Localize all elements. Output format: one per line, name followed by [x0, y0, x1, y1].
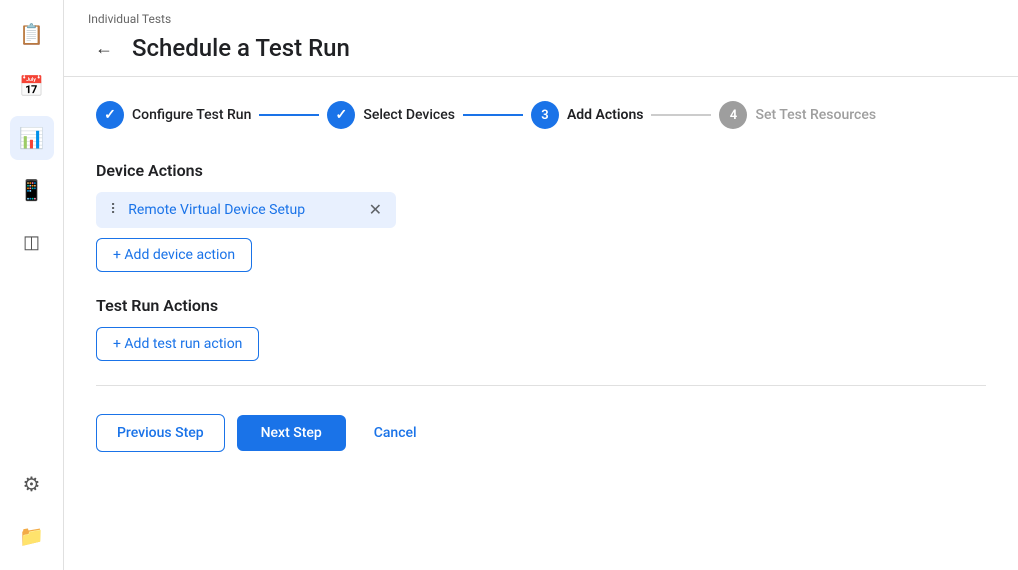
- device-actions-section: Device Actions ⠇ Remote Virtual Device S…: [96, 161, 986, 272]
- step-number-add-actions: 3: [541, 108, 548, 123]
- sidebar-item-folder[interactable]: 📁: [10, 514, 54, 558]
- step-circle-configure: ✓: [96, 101, 124, 129]
- test-run-actions-title: Test Run Actions: [96, 296, 986, 315]
- sidebar-item-settings[interactable]: ⚙: [10, 462, 54, 506]
- main-content: Individual Tests ← Schedule a Test Run ✓…: [64, 0, 1018, 570]
- back-button[interactable]: ←: [88, 32, 120, 64]
- clipboard-icon: 📋: [19, 22, 44, 46]
- step-circle-set-resources: 4: [719, 101, 747, 129]
- step-label-configure: Configure Test Run: [132, 107, 251, 123]
- step-number-set-resources: 4: [730, 108, 737, 123]
- content-area: ✓ Configure Test Run ✓ Select Devices 3 …: [64, 77, 1018, 570]
- footer-actions: Previous Step Next Step Cancel: [96, 406, 986, 452]
- calendar-icon: 📅: [19, 74, 44, 98]
- settings-icon: ⚙: [23, 472, 41, 496]
- server-icon: ◫: [23, 232, 40, 253]
- step-set-resources: 4 Set Test Resources: [719, 101, 876, 129]
- device-actions-title: Device Actions: [96, 161, 986, 180]
- remove-device-action-button[interactable]: ✕: [369, 202, 382, 218]
- check-icon-select-devices: ✓: [336, 107, 348, 123]
- step-circle-add-actions: 3: [531, 101, 559, 129]
- step-label-add-actions: Add Actions: [567, 107, 644, 123]
- step-label-select-devices: Select Devices: [363, 107, 455, 123]
- add-test-run-action-button[interactable]: + Add test run action: [96, 327, 259, 361]
- step-add-actions: 3 Add Actions: [531, 101, 644, 129]
- step-circle-select-devices: ✓: [327, 101, 355, 129]
- sidebar-item-phone[interactable]: 📱: [10, 168, 54, 212]
- previous-step-button[interactable]: Previous Step: [96, 414, 225, 452]
- breadcrumb: Individual Tests: [88, 12, 994, 26]
- footer-divider: [96, 385, 986, 386]
- phone-icon: 📱: [19, 178, 44, 202]
- test-run-actions-section: Test Run Actions + Add test run action: [96, 296, 986, 361]
- next-step-button[interactable]: Next Step: [237, 415, 346, 451]
- device-action-label: Remote Virtual Device Setup: [128, 202, 360, 218]
- page-title: Schedule a Test Run: [132, 34, 350, 62]
- sidebar-item-calendar[interactable]: 📅: [10, 64, 54, 108]
- header: Individual Tests ← Schedule a Test Run: [64, 0, 1018, 77]
- step-connector-3: [651, 114, 711, 116]
- device-action-chip: ⠇ Remote Virtual Device Setup ✕: [96, 192, 396, 228]
- check-icon-configure: ✓: [104, 107, 116, 123]
- step-label-set-resources: Set Test Resources: [755, 107, 876, 123]
- page-title-row: ← Schedule a Test Run: [88, 32, 994, 64]
- stepper: ✓ Configure Test Run ✓ Select Devices 3 …: [96, 101, 986, 129]
- sidebar: 📋 📅 📊 📱 ◫ ⚙ 📁: [0, 0, 64, 570]
- chart-icon: 📊: [19, 126, 44, 150]
- back-icon: ←: [95, 38, 113, 59]
- sidebar-item-server[interactable]: ◫: [10, 220, 54, 264]
- step-select-devices: ✓ Select Devices: [327, 101, 455, 129]
- add-device-action-button[interactable]: + Add device action: [96, 238, 252, 272]
- folder-icon: 📁: [19, 524, 44, 548]
- step-connector-1: [259, 114, 319, 116]
- step-connector-2: [463, 114, 523, 116]
- drag-handle-icon: ⠇: [110, 202, 120, 218]
- cancel-button[interactable]: Cancel: [358, 415, 433, 451]
- sidebar-item-clipboard[interactable]: 📋: [10, 12, 54, 56]
- step-configure: ✓ Configure Test Run: [96, 101, 251, 129]
- sidebar-item-chart[interactable]: 📊: [10, 116, 54, 160]
